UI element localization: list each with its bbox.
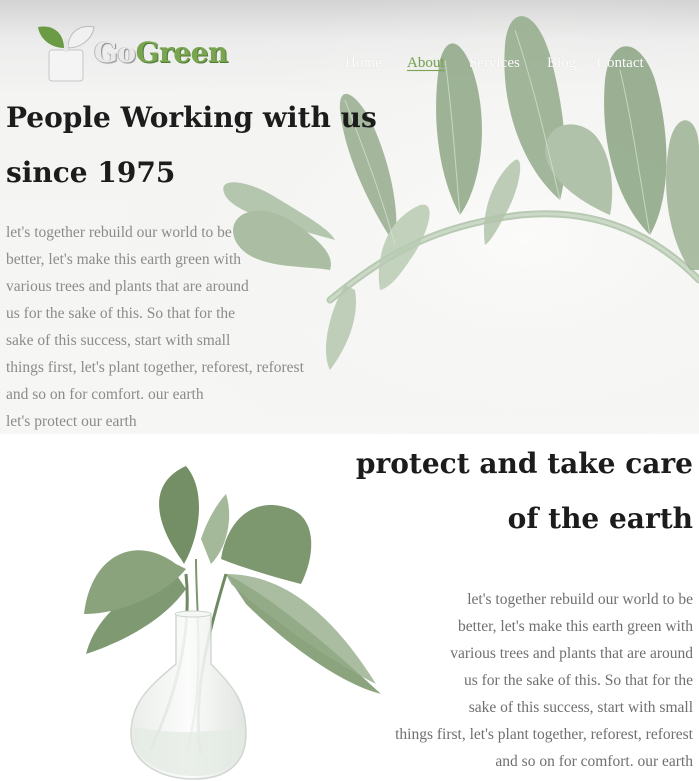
- nav-home-link[interactable]: Home: [345, 55, 382, 72]
- section-paragraph-line: various trees and plants that are around: [450, 645, 693, 662]
- hero-paragraph-line: and so on for comfort. our earth: [6, 386, 204, 403]
- nav-services-link[interactable]: Services: [469, 55, 520, 72]
- hero-paragraph-line: let's protect our earth: [6, 413, 137, 430]
- nav-blog-link[interactable]: Blog: [547, 55, 576, 72]
- hero-paragraph-line: sake of this success, start with small: [6, 332, 231, 349]
- section-paragraph-line: let's together rebuild our world to be: [467, 591, 693, 608]
- section-title-line-1: protect and take care: [355, 447, 693, 480]
- section-title-line-2: of the earth: [507, 502, 693, 535]
- section-paragraph-line: better, let's make this earth green with: [457, 618, 693, 635]
- nav-about-link[interactable]: About: [407, 55, 445, 72]
- hero-paragraph-line: various trees and plants that are around: [6, 278, 249, 295]
- about-section: protect and take care of the earth let's…: [0, 434, 699, 781]
- hero-paragraph: let's together rebuild our world to be b…: [6, 219, 366, 434]
- hero-paragraph-line: better, let's make this earth green with: [6, 251, 242, 268]
- section-paragraph-line: things first, let's plant together, refo…: [395, 726, 693, 743]
- hero-title-line-1: People Working with us: [6, 101, 377, 134]
- section-title: protect and take care of the earth: [333, 436, 693, 546]
- section-paragraph-line: us for the sake of this. So that for the: [463, 672, 693, 689]
- hero-paragraph-line: us for the sake of this. So that for the: [6, 305, 236, 322]
- hero-paragraph-line: let's together rebuild our world to be: [6, 224, 232, 241]
- hero-title: People Working with us since 1975: [6, 90, 377, 200]
- hero-section: GoGreen Home About Services Blog Contact…: [0, 0, 699, 434]
- nav-contact-link[interactable]: Contact: [597, 55, 644, 72]
- hero-title-line-2: since 1975: [6, 156, 176, 189]
- section-paragraph-line: sake of this success, start with small: [468, 699, 693, 716]
- main-nav: Home About Services Blog Contact: [0, 55, 699, 75]
- hero-paragraph-line: things first, let's plant together, refo…: [6, 359, 304, 376]
- leaf-pot-icon: [38, 25, 95, 82]
- section-paragraph-line: and so on for comfort. our earth: [495, 753, 693, 770]
- section-paragraph: let's together rebuild our world to be b…: [333, 586, 693, 775]
